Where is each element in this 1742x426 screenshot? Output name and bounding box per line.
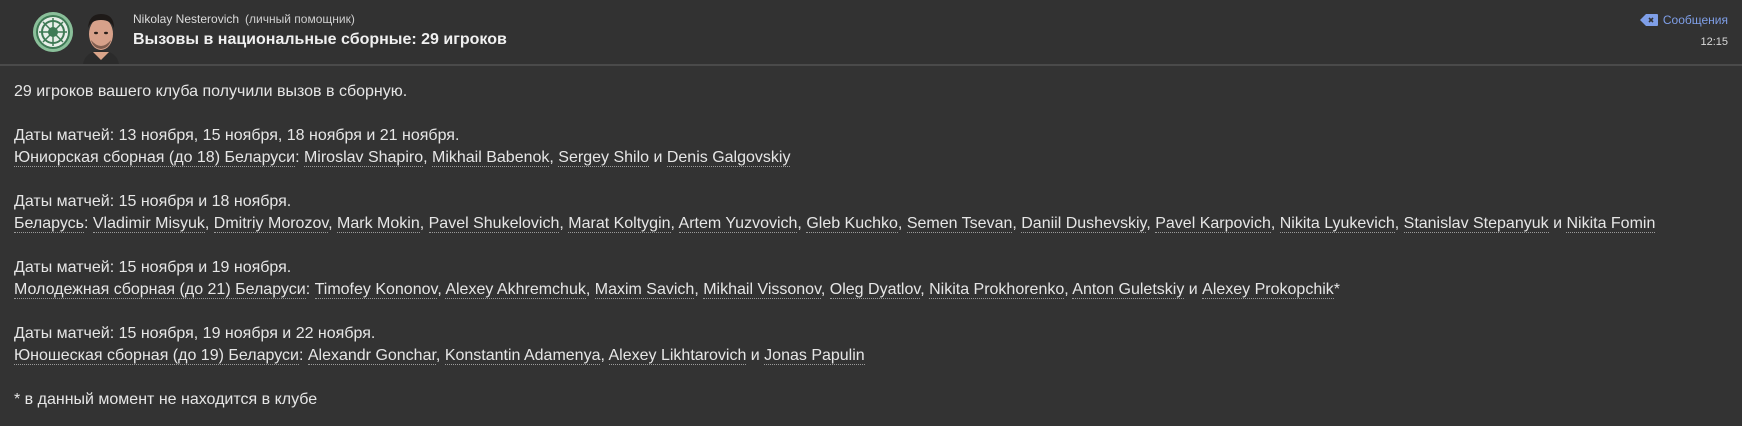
player-link[interactable]: Alexey Likhtarovich	[608, 347, 747, 365]
callup-groups: Даты матчей: 13 ноября, 15 ноября, 18 но…	[14, 125, 1734, 367]
player-link[interactable]: Sergey Shilo	[558, 149, 650, 167]
player-link[interactable]: Timofey Kononov	[314, 281, 438, 299]
message-header: Nikolay Nesterovich (личный помощник) Выз…	[0, 0, 1742, 66]
player-link[interactable]: Alexandr Gonchar	[307, 347, 436, 365]
player-link[interactable]: Daniil Dushevskiy	[1021, 215, 1147, 233]
team-link[interactable]: Беларусь	[14, 215, 84, 233]
player-link[interactable]: Semen Tsevan	[906, 215, 1013, 233]
player-link[interactable]: Nikita Prokhorenko	[929, 281, 1065, 299]
messages-back-icon	[1639, 14, 1658, 26]
footnote: * в данный момент не находится в клубе	[14, 391, 318, 408]
team-player-list: Молодежная сборная (до 21) Беларуси: Tim…	[14, 281, 1341, 299]
callup-group: Даты матчей: 15 ноября и 18 ноября. Белар…	[14, 191, 1734, 235]
player-link[interactable]: Nikita Lyukevich	[1279, 215, 1395, 233]
message-time: 12:15	[1700, 36, 1728, 48]
player-link[interactable]: Alexey Prokopchik	[1202, 281, 1334, 299]
intro-text: 29 игроков вашего клуба получили вызов в…	[14, 83, 408, 100]
match-dates: Даты матчей: 15 ноября, 19 ноября и 22 н…	[14, 325, 376, 342]
team-player-list: Беларусь: Vladimir Misyuk, Dmitriy Moroz…	[14, 215, 1656, 233]
messages-link-label: Сообщения	[1662, 13, 1728, 27]
player-link[interactable]: Mikhail Vissonov	[703, 281, 821, 299]
player-link[interactable]: Alexey Akhremchuk	[445, 281, 586, 299]
player-link[interactable]: Dmitriy Morozov	[213, 215, 329, 233]
team-player-list: Юниорская сборная (до 18) Беларуси: Miro…	[14, 149, 791, 167]
sender-role: (личный помощник)	[245, 12, 355, 26]
player-link[interactable]: Artem Yuzvovich	[678, 215, 798, 233]
player-link[interactable]: Jonas Papulin	[764, 347, 865, 365]
club-badge-icon[interactable]	[33, 12, 73, 52]
player-link[interactable]: Pavel Karpovich	[1155, 215, 1271, 233]
player-link[interactable]: Pavel Shukelovich	[428, 215, 560, 233]
player-link[interactable]: Anton Guletskiy	[1072, 281, 1185, 299]
player-link[interactable]: Mikhail Babenok	[432, 149, 550, 167]
player-link[interactable]: Gleb Kuchko	[806, 215, 898, 233]
player-link[interactable]: Nikita Fomin	[1566, 215, 1656, 233]
sender-name[interactable]: Nikolay Nesterovich	[133, 12, 239, 26]
player-link[interactable]: Konstantin Adamenya	[444, 347, 601, 365]
player-link[interactable]: Stanislav Stepanyuk	[1403, 215, 1549, 233]
team-player-list: Юношеская сборная (до 19) Беларуси: Alex…	[14, 347, 865, 365]
callup-group: Даты матчей: 15 ноября, 19 ноября и 22 н…	[14, 323, 1734, 367]
absent-marker: *	[1333, 281, 1341, 298]
match-dates: Даты матчей: 13 ноября, 15 ноября, 18 но…	[14, 127, 460, 144]
team-link[interactable]: Молодежная сборная (до 21) Беларуси	[14, 281, 306, 299]
player-link[interactable]: Mark Mokin	[337, 215, 420, 233]
player-link[interactable]: Maxim Savich	[594, 281, 695, 299]
player-link[interactable]: Denis Galgovskiy	[666, 149, 791, 167]
player-link[interactable]: Oleg Dyatlov	[829, 281, 921, 299]
player-link[interactable]: Vladimir Misyuk	[92, 215, 205, 233]
callup-group: Даты матчей: 13 ноября, 15 ноября, 18 но…	[14, 125, 1734, 169]
player-link[interactable]: Miroslav Shapiro	[303, 149, 424, 167]
message-subject: Вызовы в национальные сборные: 29 игроко…	[133, 31, 507, 48]
messages-link[interactable]: Сообщения	[1639, 13, 1728, 27]
message-body: 29 игроков вашего клуба получили вызов в…	[14, 81, 1734, 411]
match-dates: Даты матчей: 15 ноября и 19 ноября.	[14, 259, 292, 276]
assistant-avatar-icon[interactable]	[79, 8, 123, 64]
team-link[interactable]: Юношеская сборная (до 19) Беларуси	[14, 347, 299, 365]
sender-line: Nikolay Nesterovich (личный помощник)	[133, 12, 355, 26]
match-dates: Даты матчей: 15 ноября и 18 ноября.	[14, 193, 292, 210]
player-link[interactable]: Marat Koltygin	[568, 215, 671, 233]
callup-group: Даты матчей: 15 ноября и 19 ноября. Молод…	[14, 257, 1734, 301]
team-link[interactable]: Юниорская сборная (до 18) Беларуси	[14, 149, 296, 167]
